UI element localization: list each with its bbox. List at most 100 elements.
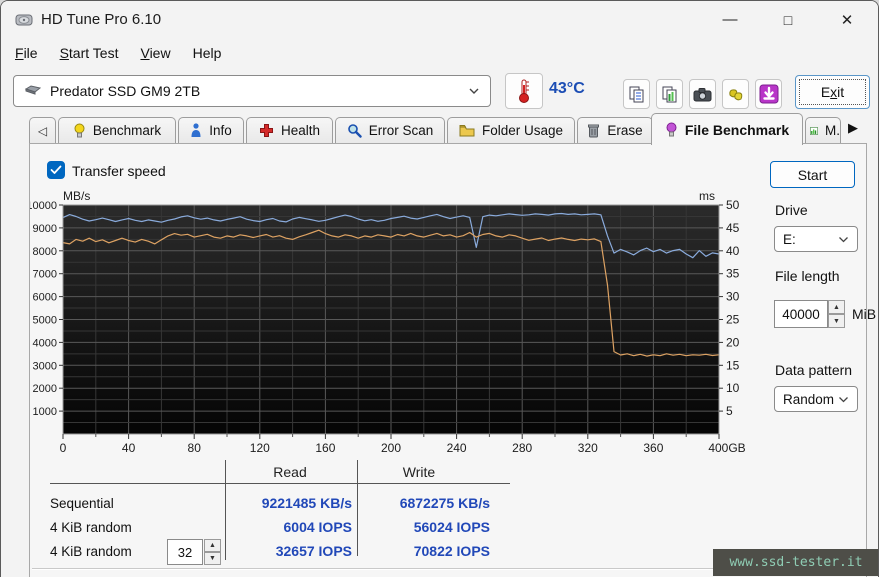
sequential-write-value: 6872275 KB/s xyxy=(362,495,490,511)
svg-text:30: 30 xyxy=(726,290,740,304)
svg-text:1000: 1000 xyxy=(33,406,57,418)
svg-text:35: 35 xyxy=(726,267,740,281)
exit-button[interactable]: Exit xyxy=(795,75,870,109)
svg-text:400GB: 400GB xyxy=(708,441,745,455)
svg-text:6000: 6000 xyxy=(33,292,57,304)
sequential-read-value: 9221485 KB/s xyxy=(230,495,352,511)
tab-scroll-left[interactable]: ◁ xyxy=(29,117,56,143)
transfer-speed-checkbox[interactable] xyxy=(47,161,65,179)
svg-text:50: 50 xyxy=(726,198,740,212)
trash-icon xyxy=(587,123,600,138)
health-cross-icon xyxy=(259,123,274,138)
row-random-label: 4 KiB random xyxy=(50,520,132,535)
stepper-up-button[interactable]: ▲ xyxy=(828,300,845,314)
menu-view[interactable]: View xyxy=(140,45,170,61)
tab-erase[interactable]: Erase xyxy=(577,117,653,143)
svg-text:80: 80 xyxy=(188,441,202,455)
device-select[interactable]: Predator SSD GM9 2TB xyxy=(13,75,491,107)
arrow-right-icon: ▶ xyxy=(848,120,858,135)
transfer-speed-label: Transfer speed xyxy=(72,163,166,179)
random-read-value: 6004 IOPS xyxy=(230,519,352,535)
menu-start-test[interactable]: Start Test xyxy=(60,45,119,61)
svg-text:320: 320 xyxy=(578,441,598,455)
stepper-down-button[interactable]: ▼ xyxy=(204,552,221,565)
download-arrow-icon xyxy=(759,84,779,104)
file-length-input[interactable]: 40000 xyxy=(774,300,828,328)
minimize-button[interactable]: — xyxy=(707,1,753,38)
svg-text:5000: 5000 xyxy=(33,315,57,327)
svg-text:45: 45 xyxy=(726,221,740,235)
drive-select[interactable]: E: xyxy=(774,226,858,252)
data-pattern-label: Data pattern xyxy=(775,362,852,378)
menu-file[interactable]: File xyxy=(15,45,38,61)
maximize-button[interactable]: □ xyxy=(765,1,811,38)
svg-text:7000: 7000 xyxy=(33,269,57,281)
svg-text:2000: 2000 xyxy=(33,383,57,395)
start-button[interactable]: Start xyxy=(770,161,855,188)
folder-icon xyxy=(459,124,475,137)
tab-scroll-right[interactable]: ▶ xyxy=(848,120,858,136)
file-length-label: File length xyxy=(775,268,840,284)
copy-image-icon xyxy=(661,85,679,103)
svg-text:10000: 10000 xyxy=(30,200,57,212)
svg-text:40: 40 xyxy=(122,441,136,455)
table-divider-left xyxy=(225,460,226,560)
tab-info[interactable]: Info xyxy=(178,117,244,143)
row-sequential-label: Sequential xyxy=(50,496,114,511)
random-qd-write-value: 70822 IOPS xyxy=(362,543,490,559)
temperature-value: 43°C xyxy=(549,80,585,98)
svg-text:360: 360 xyxy=(643,441,663,455)
svg-text:25: 25 xyxy=(726,313,740,327)
copy-text-icon xyxy=(628,85,646,103)
lightbulb-yellow-icon xyxy=(73,123,86,138)
svg-text:9000: 9000 xyxy=(33,223,57,235)
tab-error-scan[interactable]: Error Scan xyxy=(335,117,445,143)
stepper-up-button[interactable]: ▲ xyxy=(204,539,221,552)
tab-file-benchmark[interactable]: File Benchmark xyxy=(651,113,803,145)
temperature-button[interactable] xyxy=(505,73,543,109)
svg-text:10: 10 xyxy=(726,381,740,395)
write-column-header: Write xyxy=(362,464,476,480)
svg-text:240: 240 xyxy=(447,441,467,455)
menu-help[interactable]: Help xyxy=(193,45,222,61)
svg-text:15: 15 xyxy=(726,358,740,372)
svg-text:160: 160 xyxy=(315,441,335,455)
info-person-icon xyxy=(190,123,202,138)
check-icon xyxy=(50,165,62,175)
copy-image-button[interactable] xyxy=(656,79,683,109)
svg-text:ms: ms xyxy=(699,189,715,203)
svg-text:200: 200 xyxy=(381,441,401,455)
tab-health[interactable]: Health xyxy=(246,117,333,143)
close-button[interactable]: ✕ xyxy=(824,1,870,38)
tab-folder-usage[interactable]: Folder Usage xyxy=(447,117,575,143)
stepper-down-button[interactable]: ▼ xyxy=(828,314,845,328)
watermark: www.ssd-tester.it xyxy=(713,549,879,576)
file-length-unit: MiB xyxy=(852,306,876,322)
magnifier-icon xyxy=(347,123,362,138)
app-icon xyxy=(14,10,34,30)
save-results-button[interactable] xyxy=(755,79,782,109)
svg-text:5: 5 xyxy=(726,404,733,418)
benchmark-chart: 1000200030004000500060007000800090001000… xyxy=(30,188,764,460)
svg-text:40: 40 xyxy=(726,244,740,258)
tab-benchmark[interactable]: Benchmark xyxy=(58,117,176,143)
chart-bars-icon xyxy=(810,124,818,138)
disk-icon xyxy=(24,84,42,98)
tab-overflow[interactable]: M. xyxy=(805,117,841,143)
read-column-header: Read xyxy=(230,464,350,480)
maximize-icon: □ xyxy=(784,12,792,28)
screenshot-button[interactable] xyxy=(689,79,716,109)
svg-text:20: 20 xyxy=(726,335,740,349)
donate-button[interactable] xyxy=(722,79,749,109)
title-bar: HD Tune Pro 6.10 — □ ✕ xyxy=(1,1,879,39)
camera-icon xyxy=(693,87,712,102)
arrow-left-icon: ◁ xyxy=(38,124,47,138)
copy-text-button[interactable] xyxy=(623,79,650,109)
window-title: HD Tune Pro 6.10 xyxy=(41,11,161,28)
svg-text:0: 0 xyxy=(60,441,67,455)
svg-text:280: 280 xyxy=(512,441,532,455)
data-pattern-select[interactable]: Random xyxy=(774,386,858,412)
hands-icon xyxy=(727,85,745,103)
svg-text:3000: 3000 xyxy=(33,360,57,372)
queue-depth-input[interactable]: 32 xyxy=(167,539,203,565)
